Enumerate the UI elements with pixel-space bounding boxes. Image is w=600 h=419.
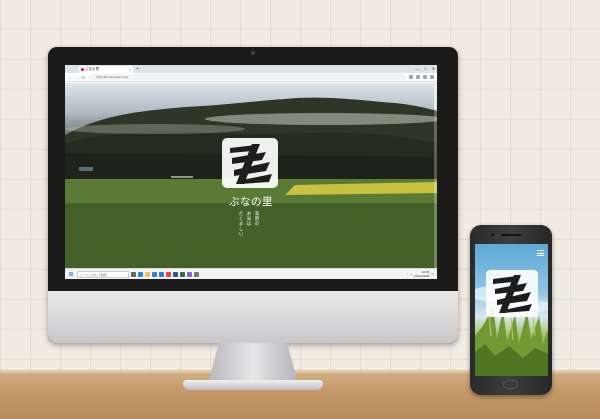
favicon-icon	[81, 68, 84, 71]
task-view-icon[interactable]	[131, 271, 136, 277]
address-bar[interactable]: https://bunanosato.com/	[88, 74, 406, 80]
minimize-button[interactable]: —	[415, 65, 419, 73]
tab-title: ぶなの里	[85, 67, 99, 71]
taskbar-search-input[interactable]: ここに入力して検索	[77, 270, 129, 278]
phone-speaker	[501, 234, 521, 236]
page-scrollbar[interactable]	[434, 83, 437, 268]
chrome-icon[interactable]	[166, 271, 171, 277]
window-controls: — □ ✕	[415, 65, 435, 73]
forward-icon[interactable]: →	[75, 75, 79, 80]
phone-site-logo[interactable]	[486, 270, 538, 317]
phone-camera	[491, 233, 494, 236]
website-hero: ぶなの里 高原の お米は たくましい	[65, 83, 437, 268]
volume-icon[interactable]: ◖	[410, 272, 412, 276]
close-window-button[interactable]: ✕	[432, 65, 435, 73]
clock[interactable]: 14:05 2021/04/20	[414, 270, 429, 278]
network-icon[interactable]: ◔	[407, 272, 409, 276]
excel-icon[interactable]	[180, 271, 185, 277]
windows-taskbar: ⊞ ここに入力して検索 ◔ ◖ 14:05 2021/04/20 ▭	[65, 268, 437, 279]
mail-icon[interactable]	[159, 271, 164, 277]
tab-close-icon[interactable]: ×	[129, 66, 131, 73]
browser-toolbar: ← → ↻ https://bunanosato.com/	[65, 73, 437, 82]
site-logo[interactable]	[222, 138, 278, 188]
tagline-line-2: お米は	[246, 211, 251, 227]
reload-icon[interactable]: ↻	[82, 75, 85, 80]
scrollbar-thumb[interactable]	[434, 85, 437, 109]
phone-home-button[interactable]	[503, 380, 518, 389]
tagline-line-3: たくましい	[238, 211, 243, 237]
brand-name: ぶなの里	[229, 196, 273, 208]
browser-tab-bar: ぶなの里 × + — □ ✕	[65, 65, 437, 73]
logo-mark-icon	[230, 144, 272, 184]
collections-icon[interactable]	[416, 75, 420, 79]
phone-logo-mark-icon	[493, 275, 532, 313]
maximize-button[interactable]: □	[424, 65, 426, 73]
back-icon[interactable]: ←	[68, 75, 72, 80]
imac-stand-base	[183, 380, 323, 390]
imac-camera	[251, 51, 255, 55]
store-icon[interactable]	[152, 271, 157, 277]
hamburger-menu-icon[interactable]	[537, 250, 544, 256]
imac-chin	[48, 291, 458, 343]
photos-icon[interactable]	[187, 271, 192, 277]
tagline-line-1: 高原の	[254, 211, 259, 227]
new-tab-button[interactable]: +	[136, 66, 139, 73]
clock-date: 2021/04/20	[414, 274, 430, 278]
system-tray: ◔ ◖ 14:05 2021/04/20 ▭	[407, 270, 437, 278]
imac-stand	[208, 343, 298, 383]
edge-icon[interactable]	[138, 271, 143, 277]
browser-tab[interactable]: ぶなの里 ×	[79, 66, 133, 73]
settings-icon[interactable]	[194, 271, 199, 277]
word-icon[interactable]	[173, 271, 178, 277]
imac-screen: ぶなの里 × + — □ ✕ ← → ↻ https://bunanosato.…	[65, 65, 437, 279]
profile-icon[interactable]	[423, 75, 427, 79]
favorites-icon[interactable]	[409, 75, 413, 79]
notification-icon[interactable]: ▭	[431, 272, 434, 276]
windows-start-icon[interactable]: ⊞	[67, 271, 75, 278]
menu-icon[interactable]	[430, 75, 434, 79]
explorer-icon[interactable]	[145, 271, 150, 277]
